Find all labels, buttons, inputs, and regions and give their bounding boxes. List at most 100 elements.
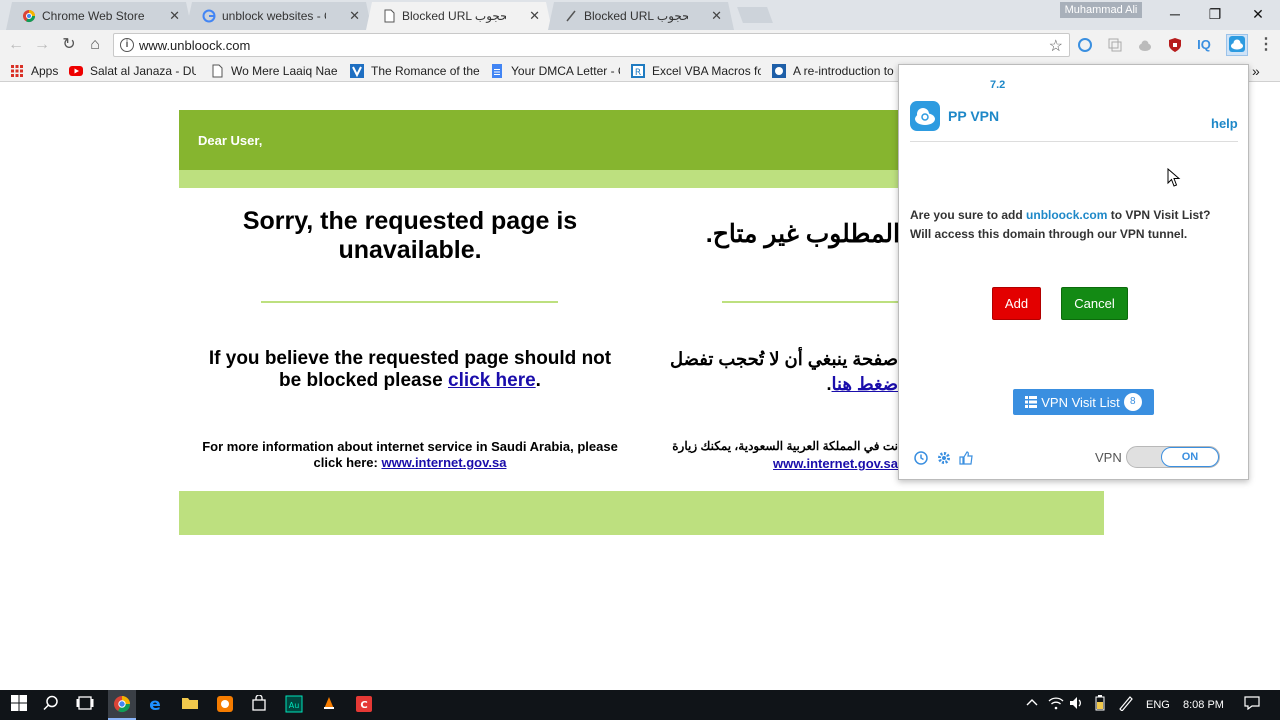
edge-icon[interactable]: e: [145, 695, 165, 715]
tab-title: Chrome Web Store - pp: [42, 9, 145, 23]
thumbs-up-icon[interactable]: [958, 451, 974, 467]
address-bar[interactable]: i www.unbloock.com ☆: [113, 33, 1070, 57]
v-icon: [350, 64, 364, 78]
click-here-link-ar[interactable]: ضغط هنا: [832, 374, 898, 394]
pp-vpn-extension-icon[interactable]: [1226, 34, 1248, 56]
forward-button[interactable]: →: [32, 35, 52, 55]
info-icon[interactable]: i: [120, 38, 134, 52]
tab-google-search[interactable]: unblock websites - Goog ✕: [186, 2, 372, 30]
home-button[interactable]: ⌂: [85, 35, 105, 55]
audition-icon[interactable]: Au: [284, 695, 304, 715]
photo-app-icon[interactable]: [215, 695, 235, 715]
click-here-link[interactable]: click here: [448, 370, 536, 391]
svg-text:e: e: [149, 695, 161, 713]
bookmark-apps[interactable]: Apps: [10, 63, 70, 79]
clock-text[interactable]: 8:08 PM: [1183, 699, 1224, 711]
file-explorer-icon[interactable]: [180, 695, 200, 715]
believe-ar-line: صفحة ينبغي أن لا تُحجب تفضل: [670, 349, 898, 369]
pp-vpn-popup: 7.2 PP VPN help Are you sure to add unbl…: [898, 64, 1249, 480]
app-name: PP VPN: [948, 108, 1000, 124]
window-close-button[interactable]: ✕: [1243, 4, 1273, 24]
believe-text-ar: صفحة ينبغي أن لا تُحجب تفضل ضغط هنا.: [660, 347, 898, 397]
page-icon: [212, 64, 223, 78]
bookmark-salat-al-janaza[interactable]: Salat al Janaza - DUA: [69, 63, 196, 79]
chrome-store-icon: [22, 9, 36, 23]
bookmark-label: Apps: [31, 64, 59, 78]
mouse-cursor-icon: [1167, 168, 1181, 187]
sync-extension-icon[interactable]: [1077, 37, 1093, 53]
vlc-icon[interactable]: [319, 695, 339, 715]
bookmarks-overflow-button[interactable]: »: [1252, 63, 1266, 79]
language-indicator[interactable]: ENG: [1146, 699, 1170, 711]
bookmark-star-icon[interactable]: ☆: [1049, 36, 1063, 56]
vpn-visit-list-button[interactable]: VPN Visit List 8: [1013, 389, 1154, 415]
believe-suffix: .: [535, 370, 541, 391]
chevron-up-icon[interactable]: [1022, 695, 1042, 715]
greeting-text: Dear User,: [198, 133, 263, 148]
camtasia-icon[interactable]: C: [354, 695, 374, 715]
confirm-domain: unbloock.com: [1026, 208, 1108, 222]
history-icon[interactable]: [913, 451, 929, 467]
battery-icon[interactable]: [1090, 695, 1110, 715]
cloud-extension-icon[interactable]: [1137, 37, 1153, 53]
tab-chrome-web-store[interactable]: Chrome Web Store - pp ✕: [6, 2, 192, 30]
bookmark-excel-vba[interactable]: R Excel VBA Macros for: [631, 63, 761, 79]
close-icon[interactable]: ✕: [349, 8, 360, 24]
reload-button[interactable]: ↻: [59, 35, 79, 55]
bookmark-dmca-letter[interactable]: Your DMCA Letter - G: [490, 63, 620, 79]
svg-text:R: R: [635, 68, 641, 78]
store-icon[interactable]: [249, 694, 269, 715]
copy-extension-icon[interactable]: [1107, 37, 1123, 53]
bookmark-re-introduction[interactable]: A re-introduction to: [772, 63, 897, 79]
chrome-menu-button[interactable]: ⋮: [1256, 35, 1276, 55]
excel-icon: R: [631, 64, 645, 78]
popup-divider: [910, 141, 1238, 142]
tab-blocked-url[interactable]: Blocked URL عنوان محجوب ✕: [548, 2, 734, 30]
visit-list-count-badge: 8: [1123, 393, 1142, 411]
minimize-button[interactable]: ─: [1160, 4, 1190, 24]
close-icon[interactable]: ✕: [529, 8, 540, 24]
browser-toolbar: ← → ↻ ⌂ i www.unbloock.com ☆ IQ ⋮: [0, 30, 1280, 60]
profile-button[interactable]: Muhammad Ali: [1060, 2, 1142, 18]
close-icon[interactable]: ✕: [711, 8, 722, 24]
pen-icon[interactable]: [1116, 695, 1136, 715]
chrome-taskbar-icon[interactable]: [108, 690, 136, 720]
divider-ar: [722, 301, 898, 303]
believe-prefix: If you believe the requested page should…: [208, 348, 612, 391]
bookmark-label: Wo Mere Laaiq Nae -: [231, 64, 340, 78]
close-icon[interactable]: ✕: [169, 8, 180, 24]
bookmark-wo-mere-laaiq[interactable]: Wo Mere Laaiq Nae -: [210, 63, 340, 79]
svg-text:Au: Au: [289, 701, 300, 710]
add-button[interactable]: Add: [992, 287, 1041, 320]
wifi-icon[interactable]: [1046, 695, 1066, 715]
notification-icon[interactable]: [1242, 695, 1262, 715]
help-link[interactable]: help: [1211, 116, 1238, 131]
cancel-button[interactable]: Cancel: [1061, 287, 1128, 320]
tab-blocked-url-active[interactable]: Blocked URL عنوان محجوب ✕: [366, 2, 552, 30]
tab-title: Blocked URL عنوان محجوب: [584, 9, 688, 23]
google-icon: [202, 9, 216, 23]
task-view-icon[interactable]: [75, 695, 95, 715]
volume-icon[interactable]: [1067, 695, 1087, 715]
believe-text-en: If you believe the requested page should…: [200, 348, 620, 392]
bookmark-label: Excel VBA Macros for: [652, 64, 761, 78]
back-button[interactable]: ←: [6, 35, 26, 55]
google-docs-icon: [492, 64, 502, 78]
settings-gear-icon[interactable]: [936, 451, 952, 467]
iq-extension-icon[interactable]: IQ: [1196, 37, 1212, 53]
new-tab-button[interactable]: [737, 7, 773, 23]
internet-gov-link-ar[interactable]: www.internet.gov.sa: [773, 456, 898, 471]
svg-text:C: C: [360, 700, 367, 711]
bookmark-romance[interactable]: The Romance of the: [350, 63, 480, 79]
url-text[interactable]: www.unbloock.com: [139, 38, 250, 53]
vpn-toggle[interactable]: ON: [1126, 446, 1220, 468]
bookmark-label: Salat al Janaza - DUA: [90, 64, 196, 78]
search-icon[interactable]: [41, 695, 61, 715]
windows-taskbar: e Au C ENG 8:08 PM: [0, 690, 1280, 720]
restore-button[interactable]: ❐: [1200, 4, 1230, 24]
internet-gov-link[interactable]: www.internet.gov.sa: [381, 455, 506, 470]
confirm-prefix: Are you sure to add: [910, 208, 1027, 222]
windows-start-icon[interactable]: [9, 695, 29, 715]
shield-extension-icon[interactable]: [1167, 37, 1183, 53]
page-footer-bar: [179, 491, 1104, 535]
